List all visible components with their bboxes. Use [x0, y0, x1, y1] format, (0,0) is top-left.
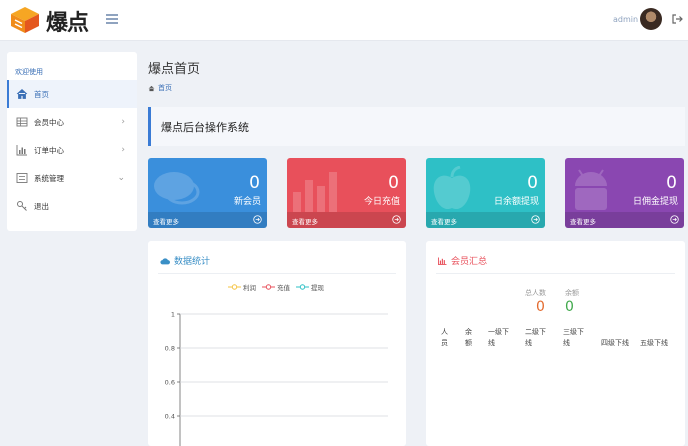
stat-value: 0 — [666, 173, 677, 193]
stat-card-daily-commission-withdraw: 0 日佣金提现 查看更多 — [565, 158, 684, 228]
panel-title: 会员汇总 — [438, 254, 487, 267]
stat-card-daily-balance-withdraw: 0 日余额提现 查看更多 — [426, 158, 545, 228]
column-header: 三级下线 — [563, 328, 584, 347]
sidebar-item-label: 退出 — [34, 201, 49, 211]
column-header: 一级下线 — [488, 328, 509, 347]
line-chart: 1 0.8 0.6 0.4 — [165, 311, 388, 446]
home-icon — [148, 85, 155, 91]
column-header: 五级下线 — [640, 339, 668, 347]
breadcrumb-home[interactable]: 首页 — [158, 83, 172, 93]
total-members-value: 0 — [536, 299, 545, 315]
apple-icon — [433, 166, 471, 210]
stat-label: 今日充值 — [363, 197, 400, 207]
android-icon — [575, 169, 607, 210]
divider — [436, 273, 675, 274]
column-header: 人员 — [441, 328, 448, 347]
panel-title: 数据统计 — [160, 254, 210, 267]
stat-footer[interactable]: 查看更多 — [426, 212, 545, 228]
bar-chart-icon — [293, 172, 337, 212]
stat-card-today-recharge: 0 今日充值 查看更多 — [287, 158, 406, 228]
chevron-right-icon: › — [121, 145, 125, 155]
logout-icon[interactable] — [671, 13, 683, 25]
column-header: 余额 — [465, 328, 472, 347]
cloud-icon — [160, 257, 170, 264]
chevron-right-icon: › — [121, 117, 125, 127]
member-summary-panel: 会员汇总 总人数 0 余额 0 人员 余额 一级下线 二级下线 三级下线 四级下… — [426, 241, 685, 446]
column-header: 四级下线 — [601, 339, 629, 347]
column-header: 二级下线 — [525, 328, 546, 347]
y-tick-label: 0.6 — [165, 379, 175, 387]
stat-footer[interactable]: 查看更多 — [148, 212, 267, 228]
sidebar-item-orders[interactable]: 订单中心 › — [7, 136, 137, 164]
stat-value: 0 — [388, 173, 399, 193]
stat-label: 日余额提现 — [493, 197, 539, 207]
arrow-circle-right-icon[interactable] — [531, 215, 540, 224]
sidebar-item-label: 系统管理 — [34, 173, 64, 183]
bar-chart-icon — [438, 256, 447, 265]
sidebar-title: 欢迎使用 — [15, 68, 43, 76]
admin-username[interactable]: admin — [613, 15, 638, 24]
breadcrumb[interactable]: 首页 — [148, 83, 172, 93]
sidebar-item-logout[interactable]: 退出 — [7, 192, 137, 220]
sidebar-item-members[interactable]: 会员中心 › — [7, 108, 137, 136]
view-more-link[interactable]: 查看更多 — [570, 216, 596, 226]
logo-icon — [11, 7, 39, 33]
arrow-circle-right-icon[interactable] — [253, 215, 262, 224]
balance-value: 0 — [565, 299, 574, 315]
banner-text: 爆点后台操作系统 — [161, 121, 249, 134]
sidebar-item-label: 会员中心 — [34, 117, 64, 127]
legend-swatch-profit — [228, 284, 241, 290]
arrow-circle-right-icon[interactable] — [670, 215, 679, 224]
legend-label[interactable]: 提现 — [311, 282, 324, 292]
stat-value: 0 — [527, 173, 538, 193]
avatar[interactable] — [640, 8, 662, 30]
stat-card-new-members: 0 新会员 查看更多 — [148, 158, 267, 228]
y-tick-label: 0.4 — [165, 413, 175, 421]
divider — [158, 273, 396, 274]
y-tick-label: 0.8 — [165, 345, 175, 353]
arrow-circle-right-icon[interactable] — [392, 215, 401, 224]
sidebar: 欢迎使用 首页 会员中心 › 订单中心 › 系统管理 ⌄ 退出 — [7, 52, 137, 231]
sidebar-item-label: 订单中心 — [34, 145, 64, 155]
chevron-down-icon: ⌄ — [117, 173, 125, 183]
bar-chart-icon — [16, 145, 27, 156]
total-members-label: 总人数 — [525, 289, 546, 297]
stat-footer[interactable]: 查看更多 — [565, 212, 684, 228]
page-title: 爆点首页 — [148, 62, 201, 77]
y-tick-label: 1 — [171, 311, 175, 319]
view-more-link[interactable]: 查看更多 — [292, 216, 318, 226]
stat-value: 0 — [249, 173, 260, 193]
panel-title-text: 数据统计 — [174, 257, 211, 267]
chat-bubble-icon — [154, 172, 200, 205]
legend-label[interactable]: 利润 — [243, 282, 256, 292]
balance-label: 余额 — [565, 289, 579, 297]
legend-label[interactable]: 充值 — [277, 282, 290, 292]
welcome-banner: 爆点后台操作系统 — [148, 107, 685, 146]
sidebar-item-system[interactable]: 系统管理 ⌄ — [7, 164, 137, 192]
menu-toggle-icon[interactable] — [106, 14, 118, 24]
legend-swatch-recharge — [262, 284, 275, 290]
stat-label: 日佣金提现 — [632, 197, 678, 207]
sidebar-item-home[interactable]: 首页 — [7, 80, 137, 108]
view-more-link[interactable]: 查看更多 — [431, 216, 457, 226]
brand-name: 爆点 — [46, 11, 89, 36]
view-more-link[interactable]: 查看更多 — [153, 216, 179, 226]
list-icon — [16, 173, 28, 183]
chart-legend: 利润 充值 提现 — [228, 282, 324, 292]
key-icon — [17, 201, 27, 211]
home-icon — [16, 88, 28, 99]
stat-footer[interactable]: 查看更多 — [287, 212, 406, 228]
table-icon — [16, 117, 28, 127]
data-statistics-panel: 数据统计 利润 充值 提现 1 0.8 0.6 0.4 — [148, 241, 406, 446]
sidebar-item-label: 首页 — [34, 89, 49, 99]
top-header: 爆点 admin — [0, 0, 688, 41]
legend-swatch-withdraw — [296, 284, 309, 290]
stat-label: 新会员 — [233, 197, 261, 207]
panel-title-text: 会员汇总 — [451, 257, 488, 267]
